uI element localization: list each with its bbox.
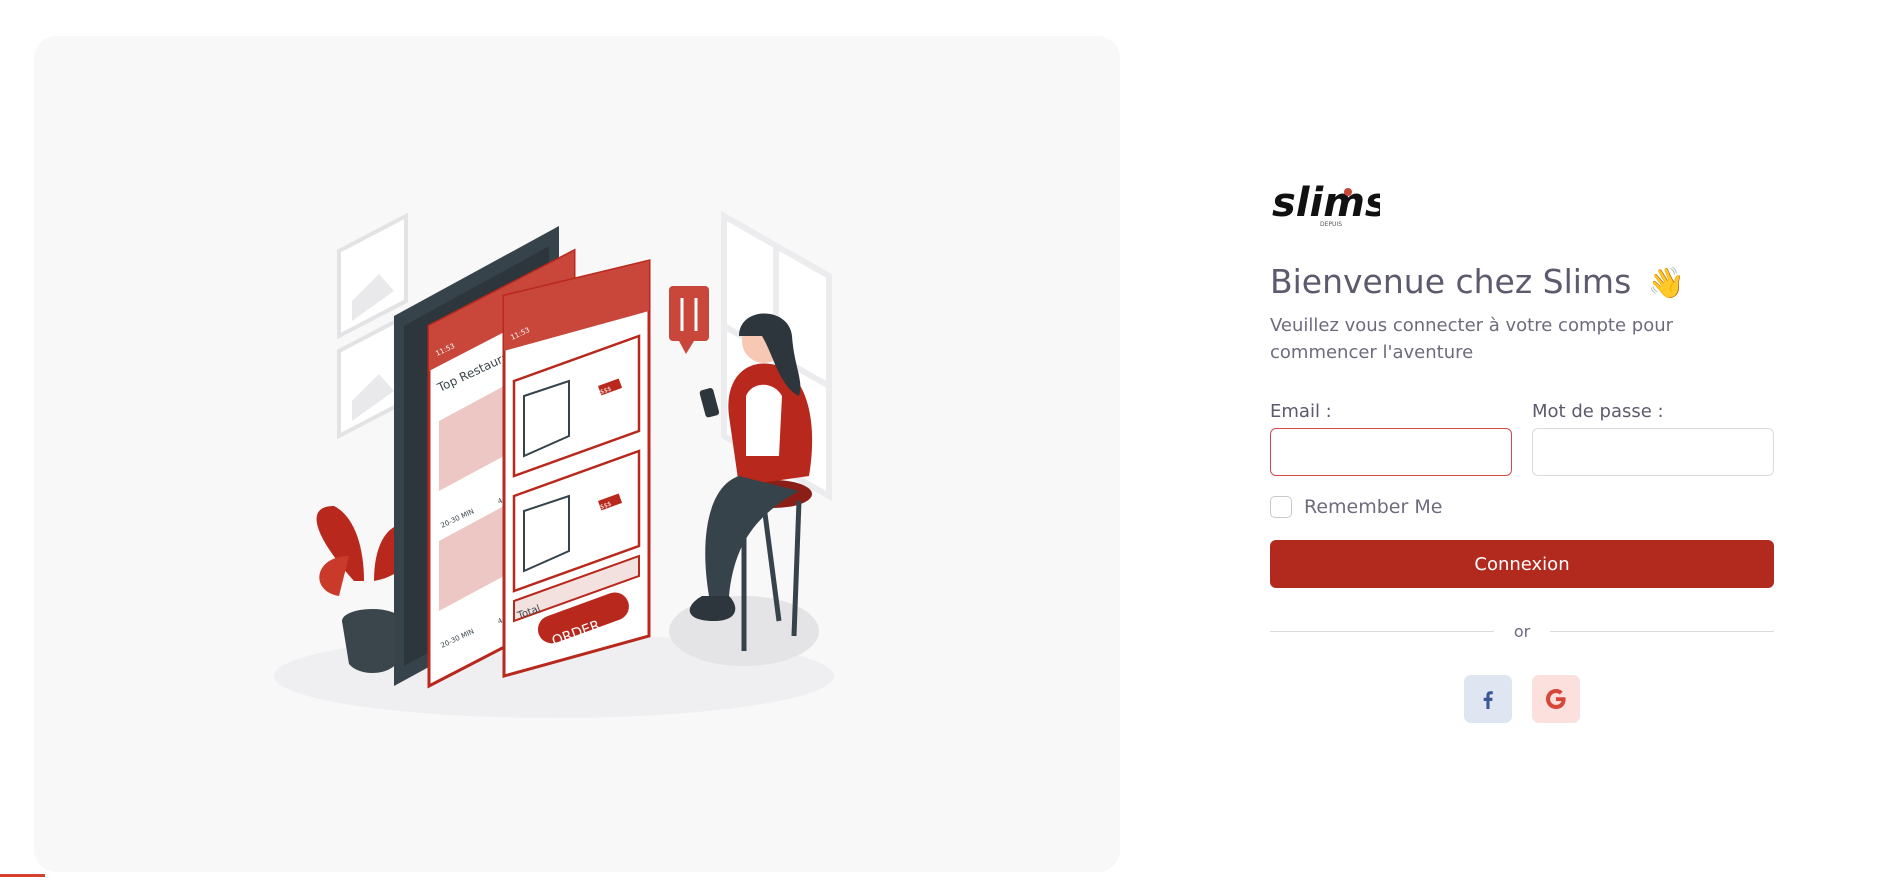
facebook-login-button[interactable] — [1464, 675, 1512, 723]
waving-hand-icon: 👋 — [1647, 266, 1686, 301]
password-field-group: Mot de passe : — [1532, 400, 1774, 476]
remember-me-label[interactable]: Remember Me — [1304, 496, 1442, 518]
logo-subtext: DEPUIS — [1320, 221, 1342, 228]
illustration-panel: Top Restaurant 11:53 20-30 MIN 20-30 MIN… — [34, 36, 1120, 872]
logo-wordmark: slims — [1272, 180, 1380, 226]
facebook-icon — [1483, 691, 1493, 709]
welcome-subtitle: Veuillez vous connecter à votre compte p… — [1270, 315, 1674, 363]
credentials-row: Email : Mot de passe : — [1270, 400, 1774, 476]
google-icon — [1546, 689, 1566, 709]
social-login-buttons — [1270, 675, 1774, 723]
login-page: Top Restaurant 11:53 20-30 MIN 20-30 MIN… — [0, 0, 1900, 888]
or-divider: or — [1270, 622, 1774, 641]
login-button[interactable]: Connexion — [1270, 540, 1774, 588]
welcome-title: Bienvenue chez Slims 👋 — [1270, 260, 1774, 306]
remember-me-checkbox[interactable] — [1270, 496, 1292, 518]
divider-line-right — [1550, 631, 1774, 632]
password-input[interactable] — [1532, 428, 1736, 476]
login-form-panel: slims DEPUIS Bienvenue chez Slims 👋 Veui… — [1270, 180, 1774, 723]
password-visibility-toggle[interactable] — [1736, 428, 1774, 476]
slims-logo: slims DEPUIS — [1272, 180, 1380, 228]
divider-label: or — [1513, 622, 1531, 641]
password-label: Mot de passe : — [1532, 401, 1664, 422]
password-input-group — [1532, 428, 1774, 476]
email-field-group: Email : — [1270, 400, 1512, 476]
checkout-screen: 11:53 Checkout $$$ $$$ Total ORDER — [502, 259, 651, 678]
food-ordering-illustration: Top Restaurant 11:53 20-30 MIN 20-30 MIN… — [274, 210, 834, 718]
welcome-title-text: Bienvenue chez Slims — [1270, 262, 1632, 301]
corner-debug-mark — [0, 874, 45, 888]
restaurant-pin-icon — [669, 286, 709, 354]
divider-line-left — [1270, 631, 1494, 632]
remember-me-row: Remember Me — [1270, 496, 1774, 518]
email-label: Email : — [1270, 401, 1332, 422]
google-login-button[interactable] — [1532, 675, 1580, 723]
email-input[interactable] — [1270, 428, 1512, 476]
